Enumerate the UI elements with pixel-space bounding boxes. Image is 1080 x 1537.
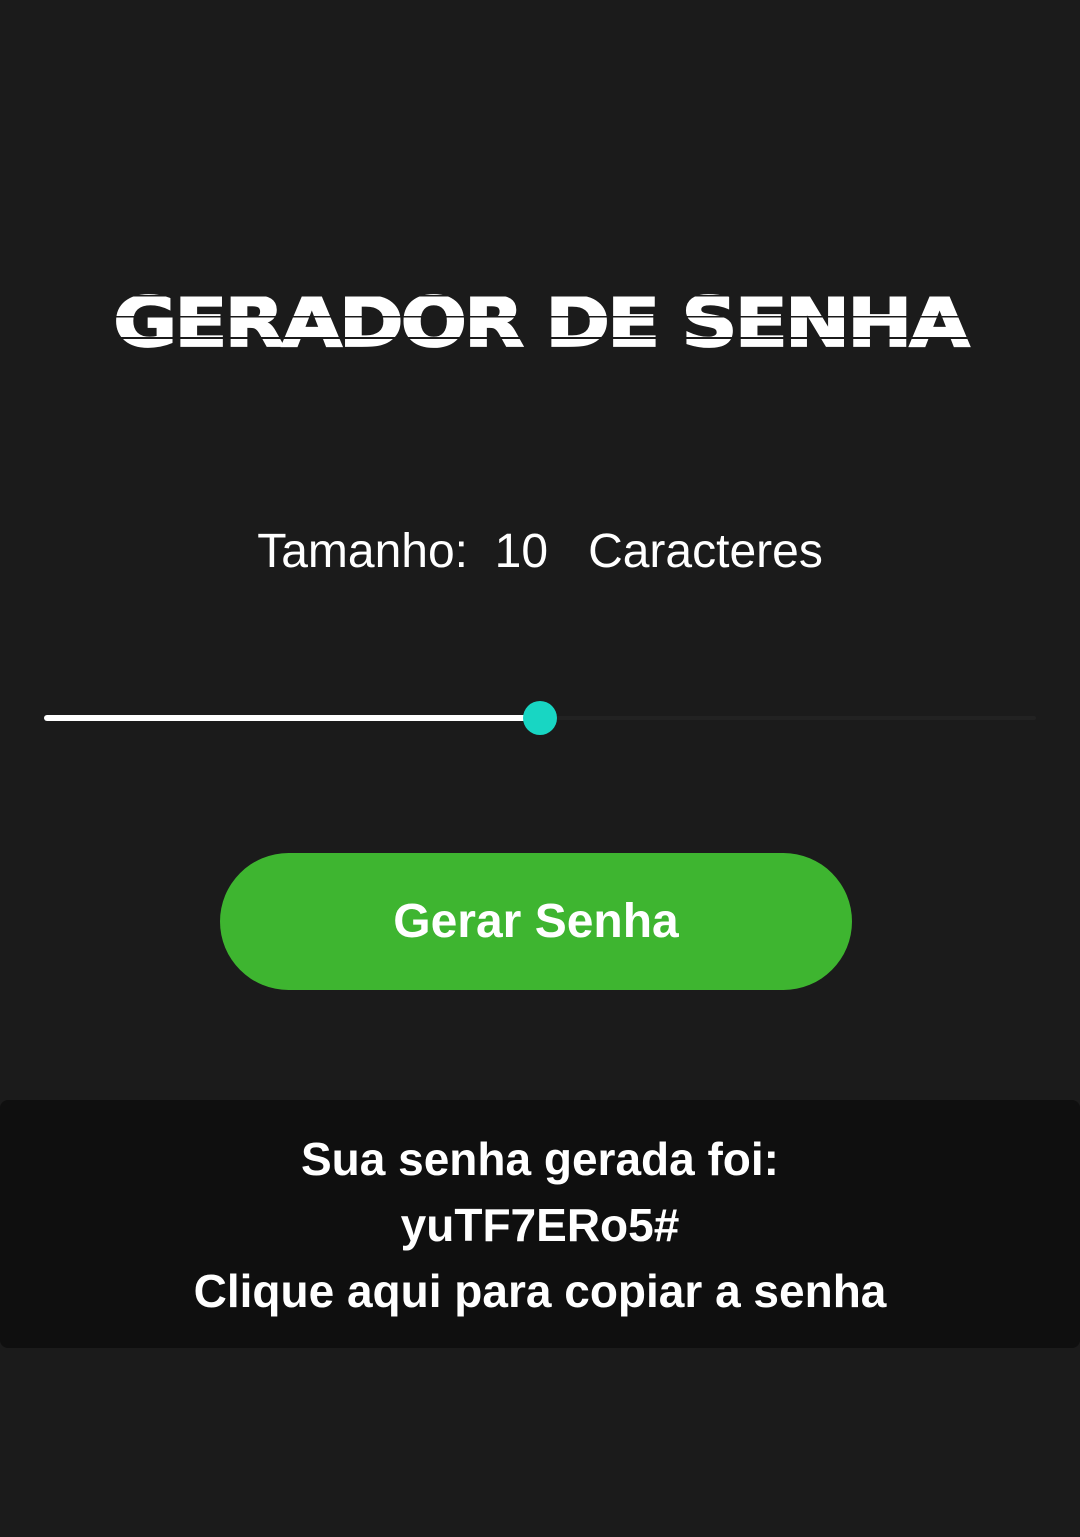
- size-value: 10: [494, 525, 549, 578]
- size-display: Tamanho: 10 Caracteres: [0, 520, 1080, 584]
- size-label: Tamanho:: [257, 525, 468, 578]
- result-panel[interactable]: Sua senha gerada foi: yuTF7ERo5# Clique …: [0, 1100, 1080, 1348]
- size-unit: Caracteres: [588, 525, 823, 578]
- length-slider[interactable]: [44, 700, 1036, 736]
- title-container: GERADOR DE SENHA: [0, 278, 1080, 368]
- slider-fill: [44, 715, 540, 721]
- slider-thumb[interactable]: [523, 701, 557, 735]
- page-title: GERADOR DE SENHA: [107, 283, 973, 363]
- generated-password[interactable]: yuTF7ERo5#: [0, 1192, 1080, 1258]
- result-heading: Sua senha gerada foi:: [300, 1133, 779, 1185]
- copy-password-link[interactable]: Clique aqui para copiar a senha: [0, 1258, 1080, 1324]
- generate-password-button[interactable]: Gerar Senha: [220, 853, 852, 990]
